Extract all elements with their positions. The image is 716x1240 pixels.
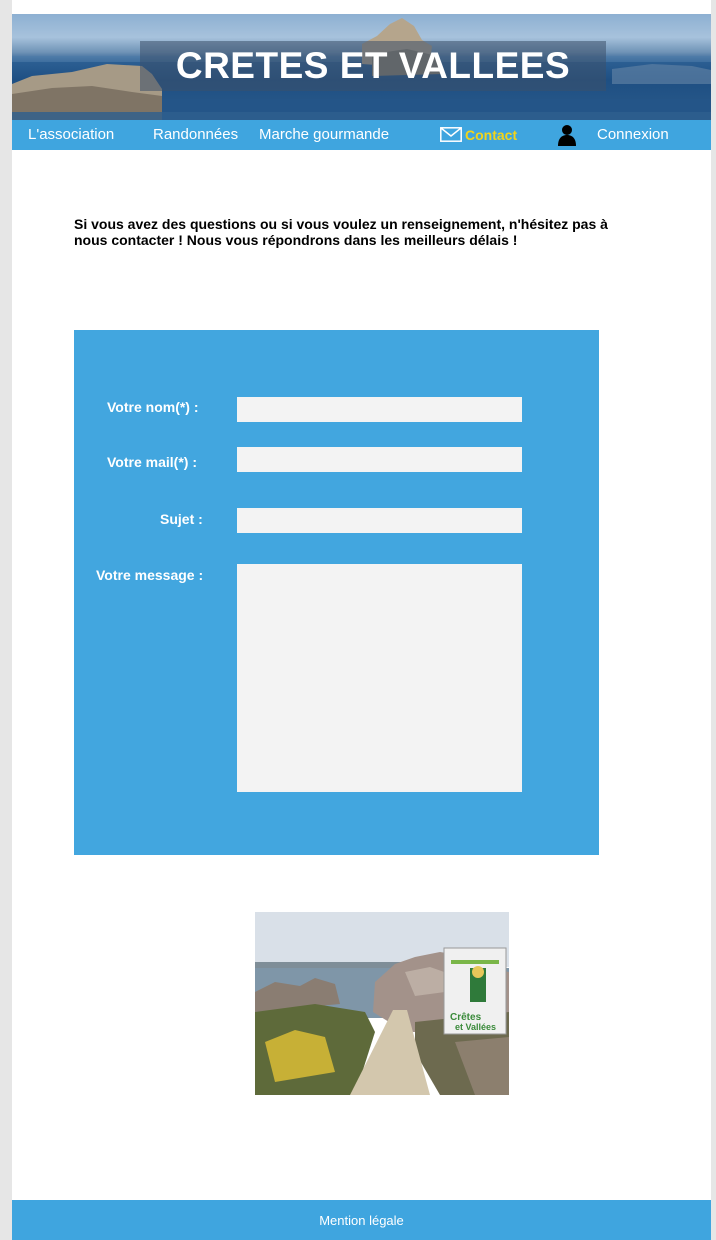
- mail-label: Votre mail(*) :: [107, 454, 197, 470]
- nav-item-randonnees[interactable]: Randonnées: [153, 126, 238, 143]
- coastal-path-image: Crêtes et Vallées: [255, 912, 509, 1095]
- envelope-icon[interactable]: [440, 127, 462, 142]
- contact-intro-text: Si vous avez des questions ou si vous vo…: [74, 216, 608, 248]
- message-textarea[interactable]: [237, 564, 522, 792]
- sign-text-line2: et Vallées: [455, 1022, 496, 1032]
- name-label: Votre nom(*) :: [107, 399, 199, 415]
- nav-item-association[interactable]: L'association: [28, 126, 114, 143]
- legal-mention-link[interactable]: Mention légale: [319, 1213, 404, 1228]
- subject-label: Sujet :: [160, 511, 203, 527]
- nav-item-contact[interactable]: Contact: [465, 127, 517, 143]
- user-icon[interactable]: [558, 124, 576, 146]
- footer: Mention légale: [12, 1200, 711, 1240]
- nav-item-marche-gourmande[interactable]: Marche gourmande: [259, 126, 389, 143]
- page: CRETES ET VALLEES L'association Randonné…: [12, 0, 711, 1240]
- site-title-box: CRETES ET VALLEES: [140, 41, 606, 91]
- message-label: Votre message :: [96, 567, 204, 583]
- name-field[interactable]: [237, 397, 522, 422]
- email-field[interactable]: [237, 447, 522, 472]
- header-banner: CRETES ET VALLEES: [12, 14, 711, 120]
- contact-form: Votre nom(*) : Votre mail(*) : Sujet : V…: [74, 330, 599, 855]
- main-nav: L'association Randonnées Marche gourmand…: [12, 120, 711, 150]
- site-title[interactable]: CRETES ET VALLEES: [176, 45, 570, 87]
- nav-item-connexion[interactable]: Connexion: [597, 126, 669, 143]
- coastal-path-photo: Crêtes et Vallées: [255, 912, 509, 1095]
- subject-field[interactable]: [237, 508, 522, 533]
